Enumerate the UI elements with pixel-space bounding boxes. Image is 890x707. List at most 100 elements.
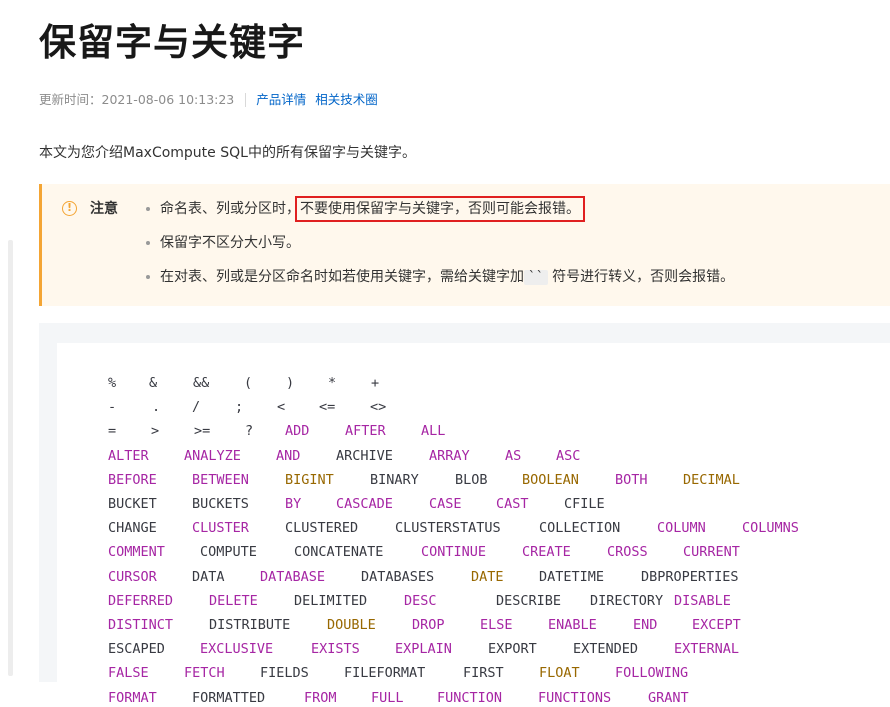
code-token: >= bbox=[194, 423, 211, 440]
code-token: + bbox=[371, 375, 380, 391]
code-block[interactable]: % & &&() * + -. /; < <= <> = > >=? ADD AFTER ALL ALTER AN… bbox=[57, 343, 890, 706]
code-token: ) bbox=[286, 375, 295, 391]
code-token: % bbox=[108, 375, 117, 391]
note-label: 注意 bbox=[90, 201, 118, 217]
highlighted-text: 不要使用保留字与关键字，否则可能会报错。 bbox=[295, 196, 585, 222]
update-time: 更新时间：2021-08-06 10:13:23 bbox=[39, 92, 235, 107]
code-token: BY bbox=[285, 496, 302, 512]
code-token: EXPORT bbox=[488, 641, 537, 658]
code-token: EXPLAIN bbox=[395, 641, 452, 658]
code-token: <> bbox=[370, 399, 387, 416]
code-token: / bbox=[192, 399, 201, 416]
code-token: BLOB bbox=[455, 471, 488, 488]
code-token: DISTINCT bbox=[108, 617, 174, 633]
code-token: AND bbox=[276, 447, 301, 464]
code-token: FUNCTIONS bbox=[538, 689, 612, 706]
page-scrollbar[interactable] bbox=[8, 240, 13, 676]
code-token: DISABLE bbox=[674, 592, 731, 609]
code-token: && bbox=[193, 375, 210, 391]
note-item-text: 符号进行转义，否则会报错。 bbox=[552, 269, 735, 285]
code-token: ? bbox=[245, 423, 254, 440]
note-callout: ! 注意 命名表、列或分区时，不要使用保留字与关键字，否则可能会报错。 保留字不… bbox=[39, 184, 890, 306]
code-token: CONCATENATE bbox=[294, 544, 384, 561]
page-title: 保留字与关键字 bbox=[39, 21, 305, 64]
code-token: CLUSTERSTATUS bbox=[395, 520, 501, 537]
code-token: END bbox=[633, 617, 658, 633]
intro-text: 本文为您介绍MaxCompute SQL中的所有保留字与关键字。 bbox=[39, 145, 416, 161]
code-token: <= bbox=[319, 399, 336, 416]
code-token: EXTERNAL bbox=[674, 641, 740, 658]
code-token: DATABASES bbox=[361, 568, 435, 585]
code-token: CFILE bbox=[564, 496, 605, 512]
code-token: DOUBLE bbox=[327, 617, 376, 633]
code-token: EXISTS bbox=[311, 641, 360, 658]
code-token: DATA bbox=[192, 568, 225, 585]
note-item: 保留字不区分大小写。 bbox=[143, 232, 734, 266]
code-token: ARRAY bbox=[429, 447, 470, 464]
code-token: ; bbox=[235, 399, 244, 416]
code-token: ASC bbox=[556, 447, 581, 464]
code-token: EXTENDED bbox=[573, 641, 639, 658]
code-token: AS bbox=[505, 447, 522, 464]
code-token: ( bbox=[244, 375, 253, 391]
meta-bar: 更新时间：2021-08-06 10:13:23 产品详情 相关技术圈 bbox=[39, 90, 387, 110]
code-token: DROP bbox=[412, 617, 445, 633]
product-details-link[interactable]: 产品详情 bbox=[256, 90, 306, 110]
code-token: ALL bbox=[421, 423, 446, 440]
code-token: DBPROPERTIES bbox=[641, 568, 739, 585]
code-token: CASE bbox=[429, 496, 462, 512]
code-token: BETWEEN bbox=[192, 471, 249, 488]
code-token: DATETIME bbox=[539, 568, 605, 585]
code-token: FETCH bbox=[184, 665, 225, 682]
code-token: < bbox=[277, 399, 286, 416]
code-token: FILEFORMAT bbox=[344, 665, 426, 682]
code-token: CLUSTER bbox=[192, 520, 249, 537]
code-token: ARCHIVE bbox=[336, 447, 393, 464]
code-token: BOOLEAN bbox=[522, 471, 579, 488]
code-token: ESCAPED bbox=[108, 641, 165, 658]
code-token: BIGINT bbox=[285, 471, 334, 488]
code-token: COLUMN bbox=[657, 520, 706, 537]
code-token: FORMATTED bbox=[192, 689, 266, 706]
code-token: DIRECTORY bbox=[590, 592, 664, 609]
code-token: DEFERRED bbox=[108, 592, 174, 609]
exclamation-circle-icon: ! bbox=[62, 201, 77, 216]
code-token: FUNCTION bbox=[437, 689, 503, 706]
code-block-container: % & &&() * + -. /; < <= <> = > >=? ADD AFTER ALL ALTER AN… bbox=[39, 323, 890, 706]
code-token: ADD bbox=[285, 423, 310, 440]
code-token: = bbox=[108, 423, 117, 440]
code-token: CROSS bbox=[607, 544, 648, 561]
note-item: 在对表、列或是分区命名时如若使用关键字，需给关键字加 `` 符号进行转义，否则会报… bbox=[143, 266, 734, 300]
tech-circle-link[interactable]: 相关技术圈 bbox=[315, 90, 378, 110]
code-token: ALTER bbox=[108, 447, 149, 464]
code-token: DELIMITED bbox=[294, 592, 368, 609]
code-token: . bbox=[152, 399, 161, 416]
code-token: BINARY bbox=[370, 471, 419, 488]
code-token: COMPUTE bbox=[200, 544, 257, 561]
code-token: CLUSTERED bbox=[285, 520, 359, 537]
code-token: BOTH bbox=[615, 471, 648, 488]
code-token: CASCADE bbox=[336, 496, 393, 512]
code-token: CAST bbox=[496, 496, 529, 512]
code-token: COLLECTION bbox=[539, 520, 621, 537]
note-item-text: 命名表、列或分区时， bbox=[160, 201, 300, 217]
code-token: FIELDS bbox=[260, 665, 309, 682]
code-token: ELSE bbox=[480, 617, 513, 633]
code-token: ANALYZE bbox=[184, 447, 241, 464]
code-token: FLOAT bbox=[539, 665, 580, 682]
code-token: FALSE bbox=[108, 665, 149, 682]
code-token: DELETE bbox=[209, 592, 258, 609]
code-token: DISTRIBUTE bbox=[209, 617, 291, 633]
code-token: > bbox=[151, 423, 160, 440]
code-token: DATE bbox=[471, 568, 504, 585]
code-token: COLUMNS bbox=[742, 520, 799, 537]
inline-code: `` bbox=[524, 270, 548, 285]
code-token: DECIMAL bbox=[683, 471, 740, 488]
code-token: CONTINUE bbox=[421, 544, 487, 561]
note-item: 命名表、列或分区时，不要使用保留字与关键字，否则可能会报错。 bbox=[143, 196, 734, 232]
code-token: COMMENT bbox=[108, 544, 165, 561]
code-token: CURRENT bbox=[683, 544, 740, 561]
code-token: CREATE bbox=[522, 544, 571, 561]
code-token: CURSOR bbox=[108, 568, 157, 585]
code-token: DESC bbox=[404, 592, 437, 609]
